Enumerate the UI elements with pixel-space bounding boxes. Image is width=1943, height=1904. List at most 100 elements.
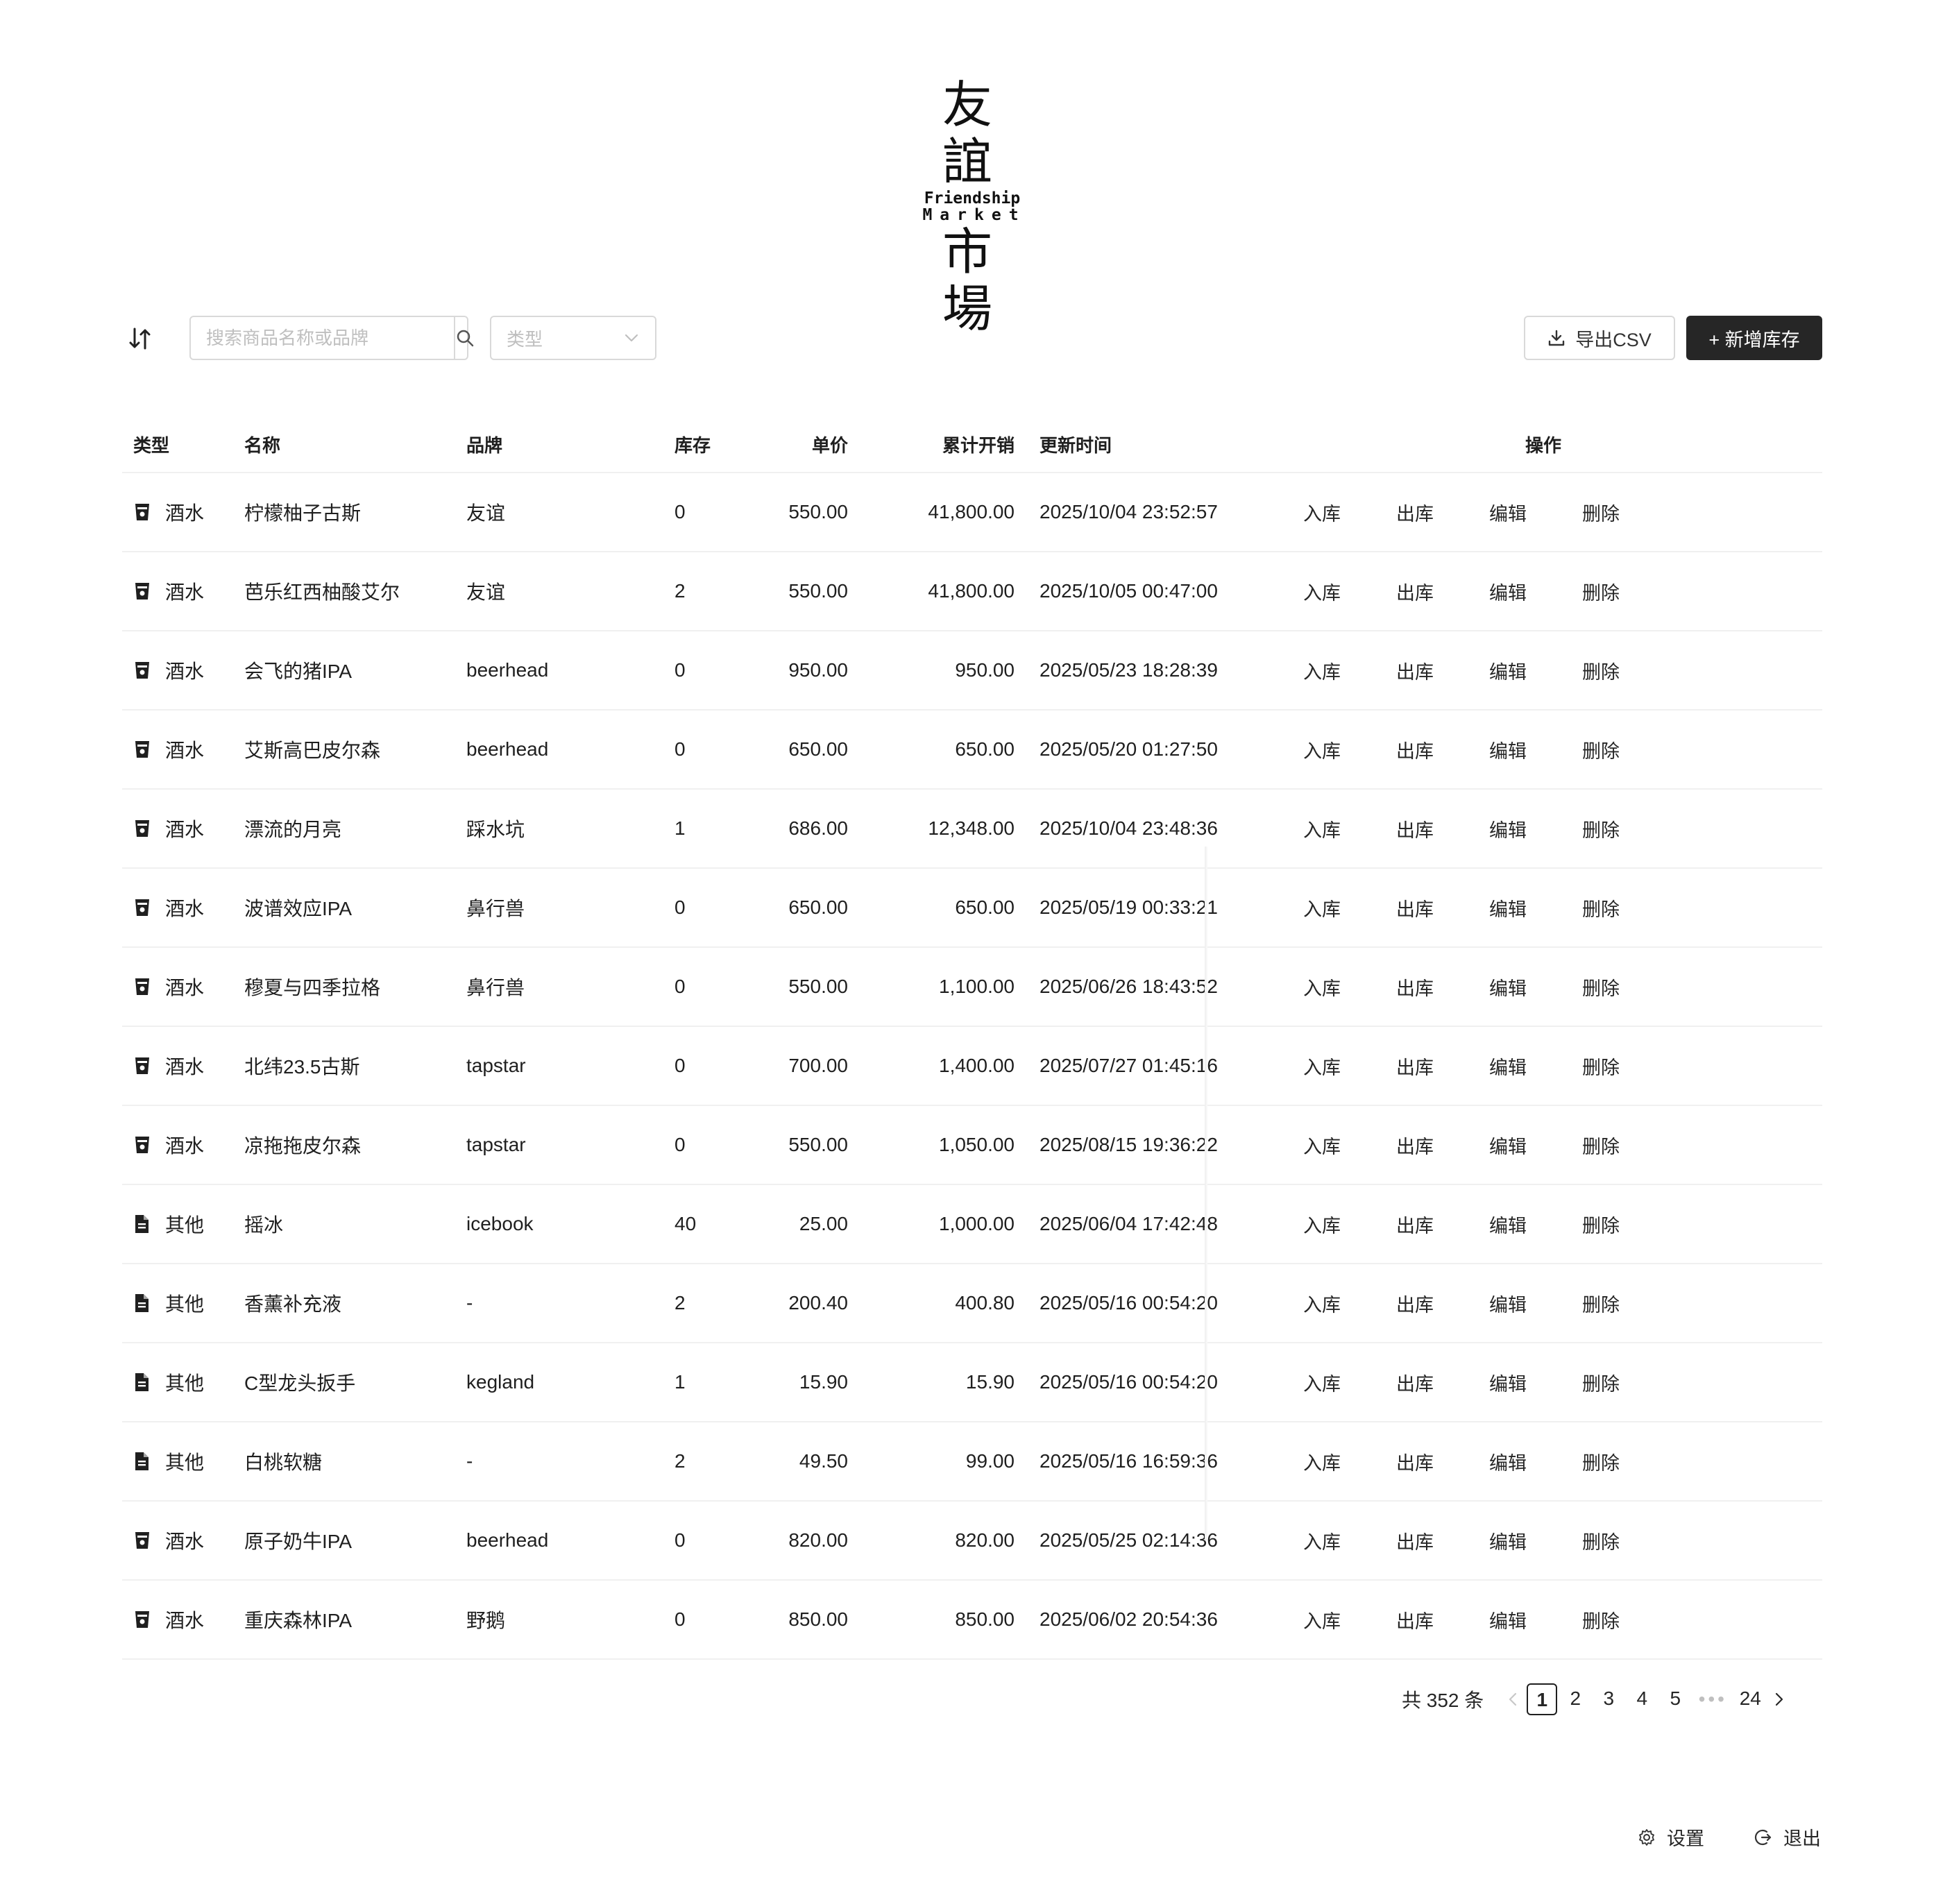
stock-in-button[interactable]: 入库 [1303, 1448, 1396, 1475]
add-inventory-button[interactable]: + 新增库存 [1686, 316, 1822, 360]
edit-button[interactable]: 编辑 [1489, 1053, 1582, 1080]
page-1[interactable]: 1 [1527, 1683, 1558, 1715]
type-label: 酒水 [165, 1135, 205, 1157]
delete-button[interactable]: 删除 [1582, 1053, 1675, 1080]
actions-cell: 入库 出库 编辑 删除 [1267, 1527, 1822, 1554]
stock-out-button[interactable]: 出库 [1396, 499, 1489, 526]
export-csv-button[interactable]: 导出CSV [1524, 316, 1675, 360]
page-5[interactable]: 5 [1660, 1683, 1690, 1715]
edit-button[interactable]: 编辑 [1489, 657, 1582, 684]
logout-button[interactable]: 退出 [1753, 1824, 1821, 1851]
delete-button[interactable]: 删除 [1582, 657, 1675, 684]
delete-button[interactable]: 删除 [1582, 1290, 1675, 1317]
type-cell: 酒水 [122, 1606, 233, 1633]
prev-page-button[interactable] [1500, 1691, 1525, 1708]
stock-out-button[interactable]: 出库 [1396, 1606, 1489, 1633]
actions-cell: 入库 出库 编辑 删除 [1267, 736, 1822, 763]
stock-out-button[interactable]: 出库 [1396, 1369, 1489, 1396]
delete-button[interactable]: 删除 [1582, 1448, 1675, 1475]
stock-in-button[interactable]: 入库 [1303, 1290, 1396, 1317]
header-stock[interactable]: 库存 [663, 432, 747, 457]
header-time[interactable]: 更新时间 [1017, 432, 1267, 457]
delete-button[interactable]: 删除 [1582, 1369, 1675, 1396]
type-label: 酒水 [165, 898, 205, 919]
stock-out-button[interactable]: 出库 [1396, 1053, 1489, 1080]
edit-button[interactable]: 编辑 [1489, 1290, 1582, 1317]
edit-button[interactable]: 编辑 [1489, 578, 1582, 605]
logout-icon [1754, 1829, 1772, 1845]
stock-out-button[interactable]: 出库 [1396, 578, 1489, 605]
edit-button[interactable]: 编辑 [1489, 1369, 1582, 1396]
stock-out-button[interactable]: 出库 [1396, 1132, 1489, 1159]
edit-button[interactable]: 编辑 [1489, 1448, 1582, 1475]
stock-in-button[interactable]: 入库 [1303, 499, 1396, 526]
stock-in-button[interactable]: 入库 [1303, 1211, 1396, 1238]
edit-button[interactable]: 编辑 [1489, 974, 1582, 1001]
stock-in-button[interactable]: 入库 [1303, 815, 1396, 842]
stock-out-button[interactable]: 出库 [1396, 1527, 1489, 1554]
stock-out-button[interactable]: 出库 [1396, 1211, 1489, 1238]
stock-in-button[interactable]: 入库 [1303, 1132, 1396, 1159]
search-button[interactable] [454, 317, 475, 359]
stock-out-button[interactable]: 出库 [1396, 894, 1489, 921]
header-ops: 操作 [1525, 434, 1562, 456]
brand-cell: - [466, 1450, 473, 1472]
total-cost-cell: 12,348.00 [928, 817, 1015, 839]
edit-button[interactable]: 编辑 [1489, 736, 1582, 763]
delete-button[interactable]: 删除 [1582, 1132, 1675, 1159]
type-filter-select[interactable]: 类型 [490, 316, 656, 360]
next-page-button[interactable] [1767, 1691, 1792, 1708]
price-cell: 700.00 [788, 1055, 848, 1076]
page-2[interactable]: 2 [1560, 1683, 1590, 1715]
type-cell: 其他 [122, 1368, 233, 1396]
edit-button[interactable]: 编辑 [1489, 1606, 1582, 1633]
header-name[interactable]: 名称 [233, 432, 455, 457]
stock-in-button[interactable]: 入库 [1303, 894, 1396, 921]
delete-button[interactable]: 删除 [1582, 1211, 1675, 1238]
page-3[interactable]: 3 [1593, 1683, 1624, 1715]
page-ellipsis[interactable]: ••• [1692, 1688, 1733, 1710]
delete-button[interactable]: 删除 [1582, 736, 1675, 763]
page-4[interactable]: 4 [1627, 1683, 1657, 1715]
total-cost-cell: 1,000.00 [939, 1213, 1015, 1234]
stock-in-button[interactable]: 入库 [1303, 1053, 1396, 1080]
delete-button[interactable]: 删除 [1582, 974, 1675, 1001]
header-total[interactable]: 累计开销 [851, 432, 1017, 457]
edit-button[interactable]: 编辑 [1489, 815, 1582, 842]
sort-toggle-button[interactable] [126, 325, 154, 352]
stock-out-button[interactable]: 出库 [1396, 1448, 1489, 1475]
logo-english-top: Friendship [924, 189, 1021, 207]
settings-button[interactable]: 设置 [1638, 1824, 1704, 1851]
stock-in-button[interactable]: 入库 [1303, 974, 1396, 1001]
stock-in-button[interactable]: 入库 [1303, 1606, 1396, 1633]
delete-button[interactable]: 删除 [1582, 499, 1675, 526]
stock-in-button[interactable]: 入库 [1303, 578, 1396, 605]
stock-in-button[interactable]: 入库 [1303, 657, 1396, 684]
stock-in-button[interactable]: 入库 [1303, 1369, 1396, 1396]
header-price[interactable]: 单价 [747, 432, 851, 457]
edit-button[interactable]: 编辑 [1489, 1132, 1582, 1159]
edit-button[interactable]: 编辑 [1489, 499, 1582, 526]
search-input[interactable] [191, 317, 454, 359]
delete-button[interactable]: 删除 [1582, 894, 1675, 921]
delete-button[interactable]: 删除 [1582, 1527, 1675, 1554]
delete-button[interactable]: 删除 [1582, 815, 1675, 842]
stock-out-button[interactable]: 出库 [1396, 815, 1489, 842]
stock-in-button[interactable]: 入库 [1303, 1527, 1396, 1554]
header-type[interactable]: 类型 [122, 432, 233, 457]
stock-out-button[interactable]: 出库 [1396, 974, 1489, 1001]
page-last[interactable]: 24 [1735, 1683, 1765, 1715]
stock-out-button[interactable]: 出库 [1396, 736, 1489, 763]
stock-out-button[interactable]: 出库 [1396, 1290, 1489, 1317]
stock-out-button[interactable]: 出库 [1396, 657, 1489, 684]
cup-icon [133, 1134, 151, 1155]
edit-button[interactable]: 编辑 [1489, 1527, 1582, 1554]
delete-button[interactable]: 删除 [1582, 1606, 1675, 1633]
edit-button[interactable]: 编辑 [1489, 1211, 1582, 1238]
header-brand[interactable]: 品牌 [455, 432, 663, 457]
stock-in-button[interactable]: 入库 [1303, 736, 1396, 763]
total-cost-cell: 41,800.00 [928, 580, 1015, 602]
delete-button[interactable]: 删除 [1582, 578, 1675, 605]
edit-button[interactable]: 编辑 [1489, 894, 1582, 921]
table-row: 其他 香薰补充液 - 2 200.40 400.80 2025/05/16 00:54:20… [122, 1264, 1822, 1343]
